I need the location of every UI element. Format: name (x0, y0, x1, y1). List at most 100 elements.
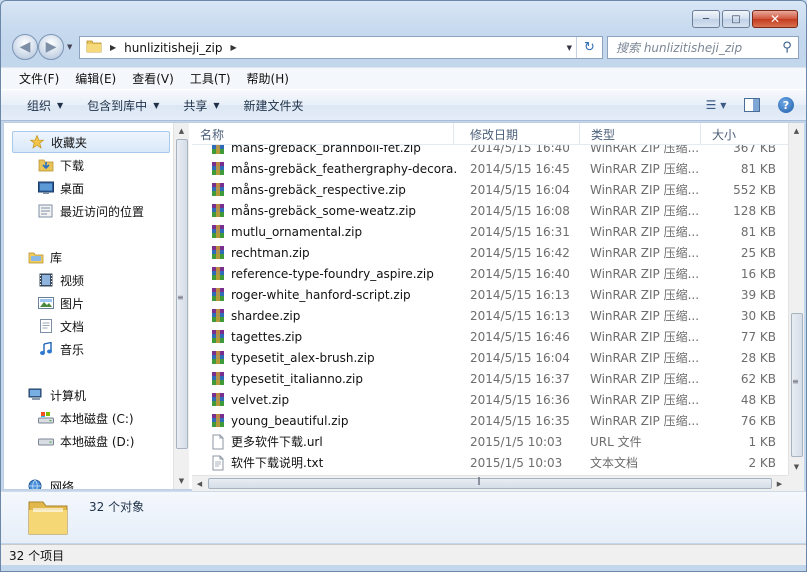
nav-documents[interactable]: 文档 (38, 315, 84, 337)
winrar-zip-icon (212, 266, 224, 280)
help-icon[interactable]: ? (778, 97, 794, 113)
nav-pictures-label: 图片 (60, 296, 85, 311)
maximize-button[interactable]: □ (722, 10, 750, 28)
column-header-name[interactable]: 名称 (192, 123, 454, 145)
nav-videos[interactable]: 视频 (38, 269, 84, 291)
menu-help[interactable]: 帮助(H) (239, 70, 297, 87)
recent-pages-dropdown[interactable]: ▼ (67, 43, 72, 51)
close-button[interactable]: ✕ (752, 10, 798, 28)
breadcrumb-current[interactable]: hunlizitisheji_zip (124, 41, 222, 55)
menu-edit[interactable]: 编辑(E) (67, 70, 124, 87)
maximize-icon: □ (731, 13, 741, 25)
breadcrumb-chevron-icon[interactable]: ▶ (230, 43, 236, 52)
search-input[interactable]: 搜索 hunlizitisheji_zip (616, 39, 776, 56)
preview-pane-button[interactable] (742, 96, 762, 114)
breadcrumb-chevron-icon[interactable]: ▶ (110, 43, 116, 52)
nav-favorites[interactable]: 收藏夹 (12, 131, 170, 153)
file-name: roger-white_hanford-script.zip (231, 287, 411, 302)
file-type: 文本文档 (590, 456, 639, 470)
file-row[interactable]: tagettes.zip 2014/5/15 16:46 WinRAR ZIP 压缩… (192, 326, 788, 347)
file-name: rechtman.zip (231, 245, 310, 260)
view-options-button[interactable]: ☰ ▼ (706, 96, 727, 114)
nav-network[interactable]: 网络 (28, 475, 74, 489)
folder-icon (27, 496, 69, 541)
column-headers: 名称 修改日期 类型 大小 (192, 123, 788, 145)
file-row[interactable]: mutlu_ornamental.zip 2014/5/15 16:31 WinRA… (192, 221, 788, 242)
nav-recent-places[interactable]: 最近访问的位置 (38, 200, 144, 222)
address-bar[interactable]: ▶ hunlizitisheji_zip ▶ ▼ ↻ (79, 36, 603, 59)
scroll-up-icon[interactable]: ▲ (174, 123, 189, 138)
file-size: 48 KB (740, 392, 776, 407)
column-header-date[interactable]: 修改日期 (462, 123, 580, 145)
organize-button[interactable]: 组织 ▼ (15, 97, 75, 114)
explorer-window: ─ □ ✕ ◀ ▶ ▼ ▶ hunlizitisheji_zip ▶ ▼ ↻ 搜… (0, 0, 807, 572)
scroll-down-icon[interactable]: ▼ (174, 473, 189, 488)
nav-drive-c[interactable]: 本地磁盘 (C:) (38, 407, 134, 429)
file-list-hscrollbar[interactable]: ◀ ‖ ▶ (192, 475, 788, 491)
winrar-zip-icon (212, 287, 224, 301)
nav-libraries[interactable]: 库 (28, 246, 62, 268)
file-row[interactable]: reference-type-foundry_aspire.zip 2014/5/… (192, 263, 788, 284)
file-row[interactable]: 更多软件下载.url 2015/1/5 10:03 URL 文件 1 KB (192, 431, 788, 452)
file-row[interactable]: måns-grebäck_respective.zip 2014/5/15 16:… (192, 179, 788, 200)
file-type: URL 文件 (590, 435, 642, 449)
file-row[interactable]: måns-grebäck_some-weatz.zip 2014/5/15 16:… (192, 200, 788, 221)
file-row[interactable]: måns-grebäck_feathergraphy-decora... 2014… (192, 158, 788, 179)
file-size: 77 KB (740, 329, 776, 344)
column-header-size[interactable]: 大小 (704, 123, 788, 145)
back-button[interactable]: ◀ (12, 34, 38, 60)
scroll-down-icon[interactable]: ▼ (789, 459, 804, 474)
scroll-up-icon[interactable]: ▲ (789, 123, 804, 138)
share-button[interactable]: 共享 ▼ (171, 97, 231, 114)
search-icon[interactable]: ⚲ (776, 40, 798, 55)
document-icon (38, 318, 54, 334)
file-size: 62 KB (740, 371, 776, 386)
file-size: 81 KB (740, 161, 776, 176)
nav-music[interactable]: 音乐 (38, 338, 84, 360)
file-row[interactable]: typesetit_italianno.zip 2014/5/15 16:37 Wi… (192, 368, 788, 389)
file-name: young_beautiful.zip (231, 413, 349, 428)
file-row[interactable]: shardee.zip 2014/5/15 16:13 WinRAR ZIP 压缩.… (192, 305, 788, 326)
winrar-zip-icon (212, 182, 224, 196)
file-row[interactable]: 软件下载说明.txt 2015/1/5 10:03 文本文档 2 KB (192, 452, 788, 473)
address-row: ◀ ▶ ▼ ▶ hunlizitisheji_zip ▶ ▼ ↻ 搜索 hunl… (1, 33, 806, 61)
menu-tools[interactable]: 工具(T) (182, 70, 239, 87)
scroll-right-icon[interactable]: ▶ (772, 476, 787, 491)
forward-button[interactable]: ▶ (38, 34, 64, 60)
address-dropdown-icon[interactable]: ▼ (567, 44, 572, 52)
file-type: WinRAR ZIP 压缩... (590, 183, 700, 197)
new-folder-button[interactable]: 新建文件夹 (232, 97, 316, 114)
music-icon (38, 341, 54, 357)
nav-scrollbar[interactable]: ▲ ≡ ▼ (173, 123, 189, 489)
file-row[interactable]: young_beautiful.zip 2014/5/15 16:35 WinRAR… (192, 410, 788, 431)
file-date: 2014/5/15 16:45 (470, 161, 570, 176)
nav-drive-d[interactable]: 本地磁盘 (D:) (38, 430, 134, 452)
nav-computer[interactable]: 计算机 (28, 384, 86, 406)
nav-downloads[interactable]: 下载 (38, 154, 84, 176)
search-box[interactable]: 搜索 hunlizitisheji_zip ⚲ (607, 36, 799, 59)
file-list-hscrollbar-thumb[interactable] (208, 478, 772, 489)
object-count: 32 个对象 (89, 500, 145, 514)
nav-desktop[interactable]: 桌面 (38, 177, 84, 199)
file-list-scrollbar[interactable]: ▲ ≡ ▼ (788, 123, 804, 475)
refresh-button[interactable]: ↻ (576, 37, 602, 58)
file-name: 更多软件下载.url (231, 435, 323, 449)
file-row[interactable]: velvet.zip 2014/5/15 16:36 WinRAR ZIP 压缩..… (192, 389, 788, 410)
minimize-button[interactable]: ─ (692, 10, 720, 28)
scrollbar-corner (788, 475, 804, 491)
include-in-library-button[interactable]: 包含到库中 ▼ (75, 97, 171, 114)
file-row[interactable]: typesetit_alex-brush.zip 2014/5/15 16:04 W… (192, 347, 788, 368)
nav-music-label: 音乐 (60, 342, 85, 357)
menu-view[interactable]: 查看(V) (124, 70, 182, 87)
winrar-zip-icon (212, 392, 224, 406)
file-row[interactable]: roger-white_hanford-script.zip 2014/5/15 … (192, 284, 788, 305)
nav-pictures[interactable]: 图片 (38, 292, 84, 314)
scroll-left-icon[interactable]: ◀ (192, 476, 207, 491)
file-row[interactable]: rechtman.zip 2014/5/15 16:42 WinRAR ZIP 压缩… (192, 242, 788, 263)
file-size: 25 KB (740, 245, 776, 260)
organize-label: 组织 (27, 98, 52, 113)
file-size: 81 KB (740, 224, 776, 239)
menu-file[interactable]: 文件(F) (11, 70, 67, 87)
file-name: måns-grebäck_respective.zip (231, 182, 406, 197)
column-header-type[interactable]: 类型 (583, 123, 701, 145)
